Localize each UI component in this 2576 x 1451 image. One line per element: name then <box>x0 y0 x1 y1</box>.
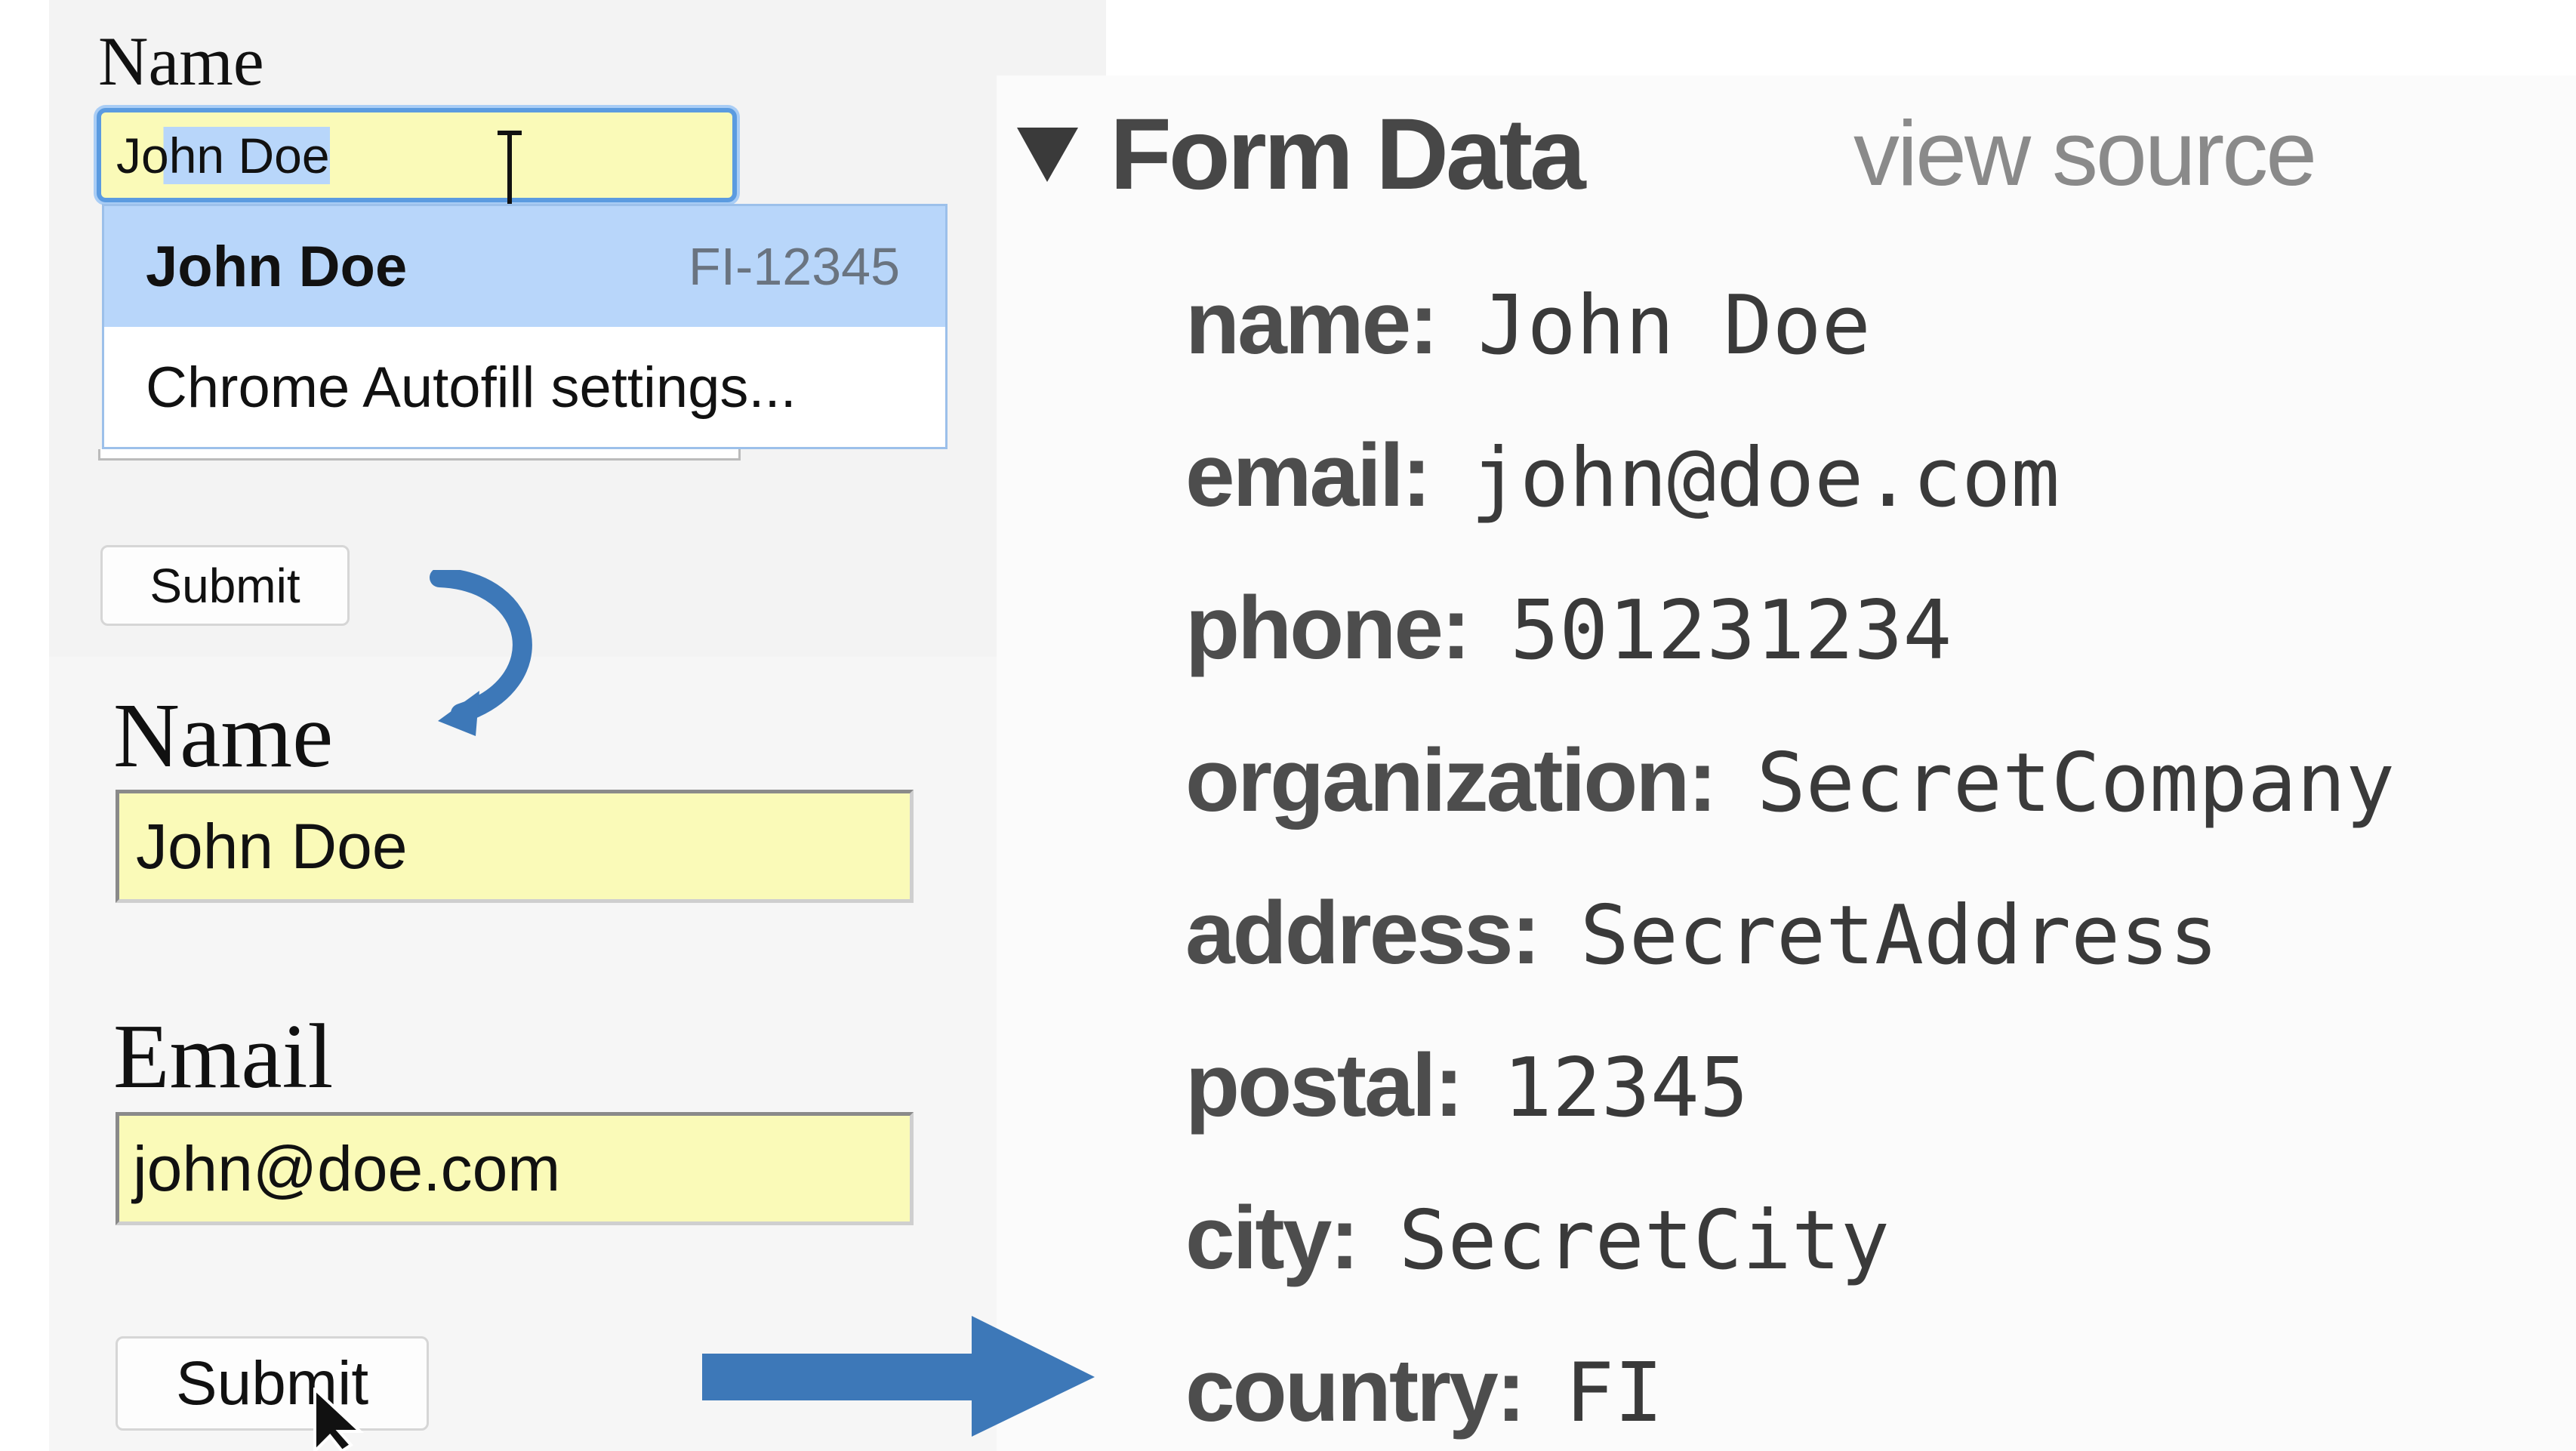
name-field-filled-value: John Doe <box>136 810 408 882</box>
mouse-pointer-icon <box>313 1388 365 1451</box>
form-data-value: john@doe.com <box>1471 431 2060 525</box>
collapse-triangle-icon[interactable] <box>1015 125 1080 185</box>
text-cursor-icon <box>498 131 522 208</box>
form-data-value: FI <box>1565 1346 1664 1440</box>
name-input-value: John Doe <box>116 126 330 184</box>
submit-button-top-label: Submit <box>149 558 300 613</box>
form-data-value: John Doe <box>1478 279 1871 373</box>
autofill-dropdown: John Doe FI-12345 Chrome Autofill settin… <box>102 204 948 449</box>
form-data-row: name: John Doe <box>1185 272 1871 374</box>
autofill-suggestion-john-doe[interactable]: John Doe FI-12345 <box>104 206 945 327</box>
name-input-top[interactable]: John Doe <box>97 108 737 202</box>
name-label-filled: Name <box>113 685 334 787</box>
chrome-autofill-settings[interactable]: Chrome Autofill settings... <box>104 329 945 446</box>
form-data-value: 501231234 <box>1510 584 1952 678</box>
email-label-filled: Email <box>113 1006 334 1108</box>
form-data-key: postal: <box>1185 1036 1464 1135</box>
name-label-top: Name <box>98 23 264 100</box>
form-data-value: SecretCity <box>1398 1194 1890 1288</box>
curved-arrow-icon <box>430 570 532 736</box>
form-data-key: country: <box>1185 1341 1526 1440</box>
name-field-filled[interactable]: John Doe <box>116 790 914 903</box>
form-data-row: country: FI <box>1185 1339 1663 1442</box>
form-data-row: city: SecretCity <box>1185 1187 1890 1289</box>
form-data-row: phone: 501231234 <box>1185 577 1952 679</box>
submit-button-top[interactable]: Submit <box>100 545 350 626</box>
hidden-input-edge <box>98 449 741 461</box>
form-data-key: address: <box>1185 883 1541 983</box>
right-arrow-icon <box>702 1316 1095 1437</box>
autofill-suggestion-name: John Doe <box>146 234 408 299</box>
form-data-key: organization: <box>1185 731 1718 830</box>
form-data-key: phone: <box>1185 578 1471 678</box>
email-field-filled-value: john@doe.com <box>133 1132 561 1204</box>
chrome-autofill-settings-label: Chrome Autofill settings... <box>146 356 797 420</box>
view-source-link[interactable]: view source <box>1853 100 2317 206</box>
form-data-key: city: <box>1185 1188 1360 1288</box>
form-data-key: name: <box>1185 273 1439 373</box>
form-data-row: postal: 12345 <box>1185 1034 1749 1137</box>
form-data-row: address: SecretAddress <box>1185 882 2218 984</box>
submit-button-filled[interactable]: Submit <box>116 1336 429 1431</box>
form-data-row: organization: SecretCompany <box>1185 729 2395 832</box>
form-data-value: SecretAddress <box>1579 889 2219 983</box>
form-data-title: Form Data <box>1110 98 1586 211</box>
form-data-key: email: <box>1185 426 1431 525</box>
form-data-value: SecretCompany <box>1756 736 2396 830</box>
autofill-suggestion-detail: FI-12345 <box>688 237 900 296</box>
email-field-filled[interactable]: john@doe.com <box>116 1112 914 1225</box>
form-data-value: 12345 <box>1502 1041 1749 1135</box>
form-data-row: email: john@doe.com <box>1185 424 2060 527</box>
